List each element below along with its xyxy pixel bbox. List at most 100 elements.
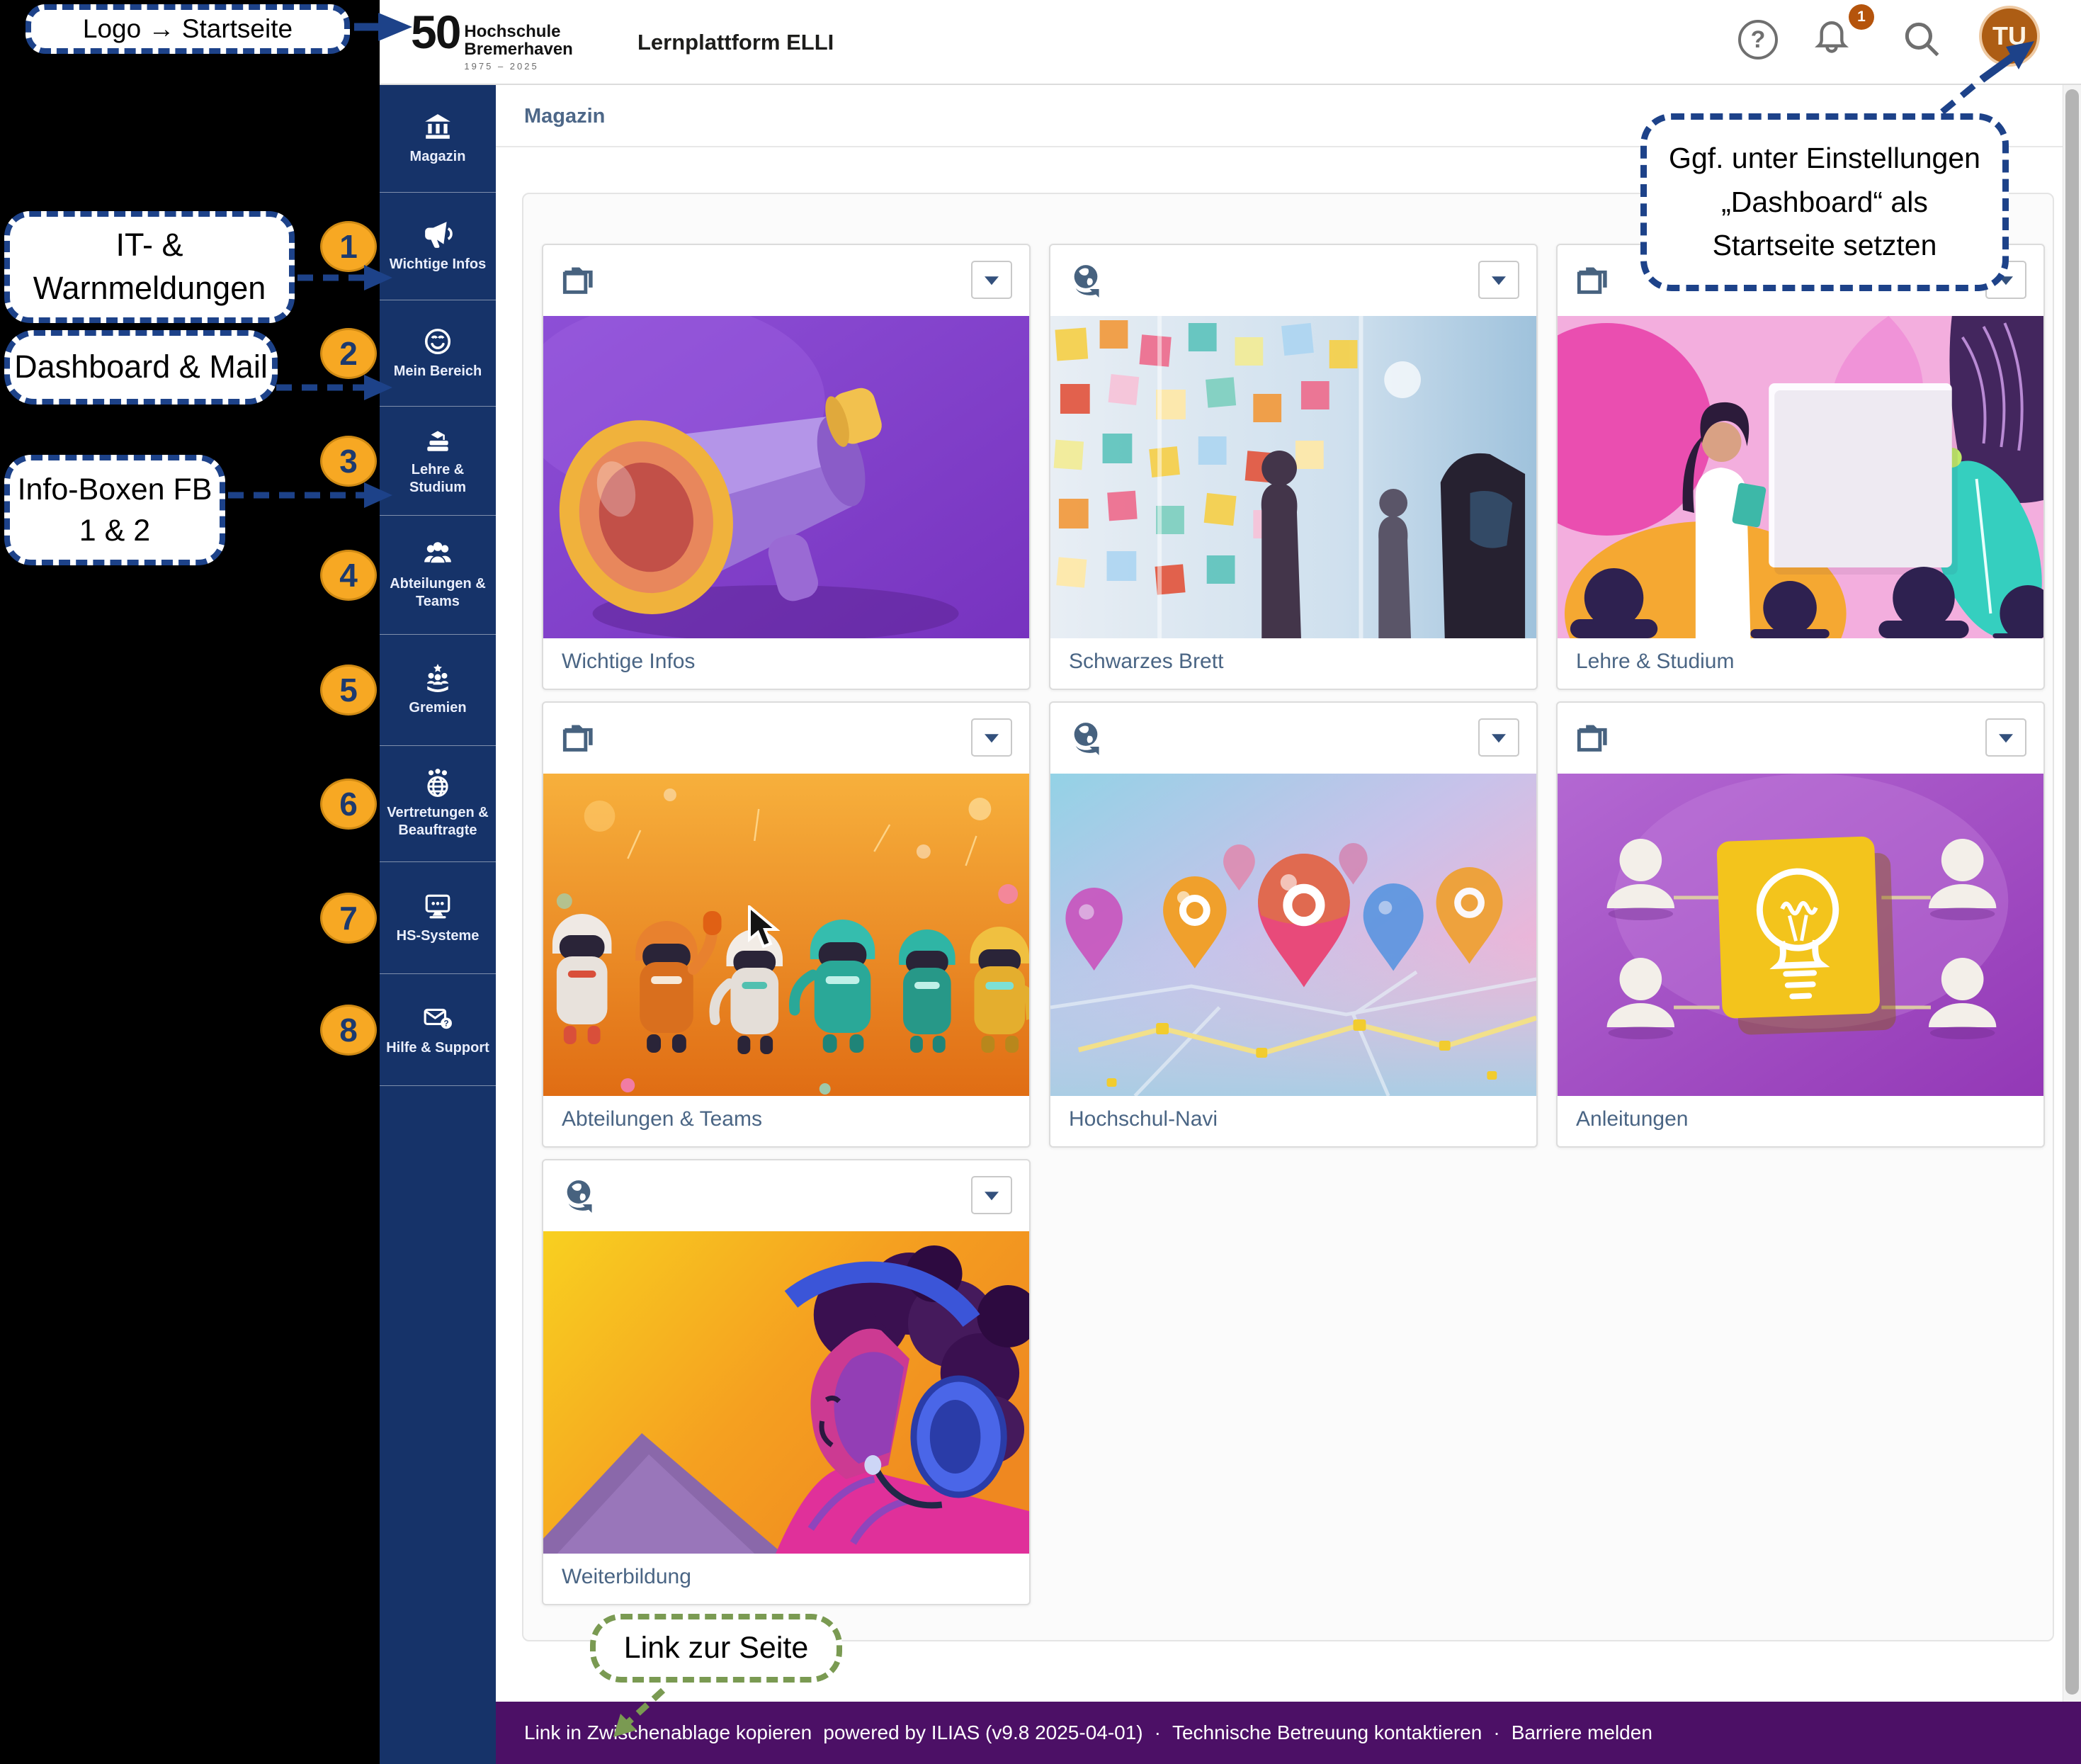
monitor-icon — [423, 891, 453, 921]
sidebar-item-lehre-studium[interactable]: Lehre & Studium — [380, 407, 496, 516]
schwarzes-brett-image[interactable] — [1050, 316, 1536, 638]
chevron-down-icon — [1492, 276, 1506, 285]
card-title[interactable]: Schwarzes Brett — [1050, 638, 1536, 689]
card-anleitungen: Anleitungen — [1556, 701, 2045, 1148]
annotation-it-warnmeldungen-callout: IT- & Warnmeldungen — [4, 211, 295, 323]
annotation-badge-4: 4 — [320, 550, 377, 601]
breadcrumb-magazin[interactable]: Magazin — [524, 85, 605, 147]
sidebar-item-magazin[interactable]: Magazin — [380, 85, 496, 193]
card-title[interactable]: Anleitungen — [1558, 1096, 2043, 1146]
notification-count-badge[interactable]: 1 — [1849, 4, 1874, 30]
annotation-badge-3: 3 — [320, 436, 377, 487]
abteilungen-teams-image[interactable] — [543, 774, 1029, 1096]
sidebar-item-wichtige-infos[interactable]: Wichtige Infos — [380, 193, 496, 300]
sidebar-item-label: Lehre & Studium — [380, 461, 496, 497]
avatar[interactable]: TU — [1979, 6, 2040, 67]
sidebar-spacer — [380, 1086, 496, 1764]
card-schwarzes-brett: Schwarzes Brett — [1049, 244, 1538, 690]
card-title[interactable]: Lehre & Studium — [1558, 638, 2043, 689]
sidebar-item-vertretungen-beauftragte[interactable]: Vertretungen & Beauftragte — [380, 746, 496, 862]
annotation-badge-7: 7 — [320, 893, 377, 944]
actions-dropdown-button[interactable] — [971, 261, 1012, 299]
actions-dropdown-button[interactable] — [1478, 261, 1519, 299]
copy-link-footer-link[interactable]: Link in Zwischenablage kopieren — [524, 1721, 812, 1744]
people-group-icon — [423, 539, 453, 569]
actions-dropdown-button[interactable] — [1985, 718, 2026, 757]
chevron-down-icon — [1999, 734, 2013, 742]
sidebar-item-mein-bereich[interactable]: Mein Bereich — [380, 300, 496, 407]
annotation-badge-1: 1 — [320, 221, 377, 272]
folder-icon — [1576, 264, 1610, 298]
logo-line2: Bremerhaven — [464, 40, 572, 58]
logo-years: 1975 – 2025 — [464, 61, 572, 72]
card-title[interactable]: Hochschul-Navi — [1050, 1096, 1536, 1146]
folder-icon — [562, 264, 596, 298]
actions-dropdown-button[interactable] — [971, 718, 1012, 757]
powered-by-text: powered by ILIAS (v9.8 2025-04-01) — [823, 1721, 1142, 1744]
hochschule-logo[interactable]: 50 Hochschule Bremerhaven 1975 – 2025 — [411, 10, 573, 72]
sidebar-item-label: Wichtige Infos — [385, 256, 490, 273]
annotation-badge-5: 5 — [320, 665, 377, 716]
chevron-down-icon — [1492, 734, 1506, 742]
card-weiterbildung: Weiterbildung — [542, 1159, 1031, 1605]
weblink-icon — [1069, 264, 1103, 298]
card-lehre-studium: Lehre & Studium — [1556, 244, 2045, 690]
bank-icon — [423, 112, 453, 142]
actions-dropdown-button[interactable] — [1478, 718, 1519, 757]
lehre-studium-image[interactable] — [1558, 316, 2043, 638]
weblink-icon — [1069, 721, 1103, 755]
sidebar-item-hilfe-support[interactable]: ? Hilfe & Support — [380, 974, 496, 1086]
sidebar-item-gremien[interactable]: Gremien — [380, 635, 496, 746]
main-sidebar: Magazin Wichtige Infos Mein Bereich Lehr… — [380, 85, 496, 1764]
annotation-link-zur-seite-callout: Link zur Seite — [590, 1614, 842, 1683]
sidebar-item-label: Vertretungen & Beauftragte — [380, 804, 496, 839]
help-icon[interactable]: ? — [1738, 20, 1778, 60]
page-title: Lernplattform ELLI — [637, 0, 834, 85]
sidebar-item-label: Magazin — [406, 148, 470, 166]
card-title[interactable]: Abteilungen & Teams — [543, 1096, 1029, 1146]
logo-line1: Hochschule — [464, 23, 572, 40]
screenshot-stage: 50 Hochschule Bremerhaven 1975 – 2025 Le… — [0, 0, 2081, 1764]
megaphone-icon — [423, 220, 453, 249]
support-footer-link[interactable]: Technische Betreuung kontaktieren — [1172, 1721, 1482, 1744]
report-barrier-footer-link[interactable]: Barriere melden — [1512, 1721, 1652, 1744]
annotation-dashboard-mail-callout: Dashboard & Mail — [4, 330, 278, 405]
wichtige-infos-image[interactable] — [543, 316, 1029, 638]
card-hochschul-navi: Hochschul-Navi — [1049, 701, 1538, 1148]
sidebar-item-label: Gremien — [404, 699, 470, 717]
folder-icon — [562, 721, 596, 755]
mouse-cursor — [748, 905, 782, 949]
sidebar-item-label: Hilfe & Support — [382, 1039, 494, 1057]
smiley-icon — [423, 327, 453, 356]
actions-dropdown-button[interactable] — [971, 1176, 1012, 1214]
scrollbar-thumb[interactable] — [2065, 89, 2079, 1695]
svg-text:?: ? — [444, 1019, 449, 1028]
sidebar-item-label: Abteilungen & Teams — [380, 575, 496, 611]
sidebar-item-abteilungen-teams[interactable]: Abteilungen & Teams — [380, 516, 496, 635]
footer-separator: · — [1493, 1721, 1499, 1744]
annotation-badge-2: 2 — [320, 328, 377, 379]
anleitungen-image[interactable] — [1558, 774, 2043, 1096]
annotation-badge-8: 8 — [320, 1005, 377, 1056]
search-icon[interactable] — [1903, 20, 1942, 60]
logo-50-mark: 50 — [411, 10, 460, 55]
folder-icon — [1576, 721, 1610, 755]
hochschul-navi-image[interactable] — [1050, 774, 1536, 1096]
chevron-down-icon — [985, 276, 999, 285]
scrollbar-track[interactable] — [2063, 85, 2081, 1702]
books-icon — [423, 425, 453, 455]
chevron-down-icon — [985, 1192, 999, 1200]
card-title[interactable]: Wichtige Infos — [543, 638, 1029, 689]
chevron-down-icon — [985, 734, 999, 742]
weiterbildung-image[interactable] — [543, 1231, 1029, 1554]
sidebar-item-label: Mein Bereich — [390, 363, 486, 380]
card-wichtige-infos: Wichtige Infos — [542, 244, 1031, 690]
footer-separator: · — [1155, 1721, 1161, 1744]
sidebar-item-hs-systeme[interactable]: HS-Systeme — [380, 862, 496, 974]
card-title[interactable]: Weiterbildung — [543, 1554, 1029, 1604]
annotation-logo-callout: Logo → Startseite — [25, 4, 350, 54]
notification-bell-icon[interactable] — [1813, 17, 1850, 58]
globe-people-icon — [423, 768, 453, 798]
annotation-badge-6: 6 — [320, 779, 377, 830]
annotation-infoboxen-callout: Info-Boxen FB 1 & 2 — [4, 455, 225, 565]
